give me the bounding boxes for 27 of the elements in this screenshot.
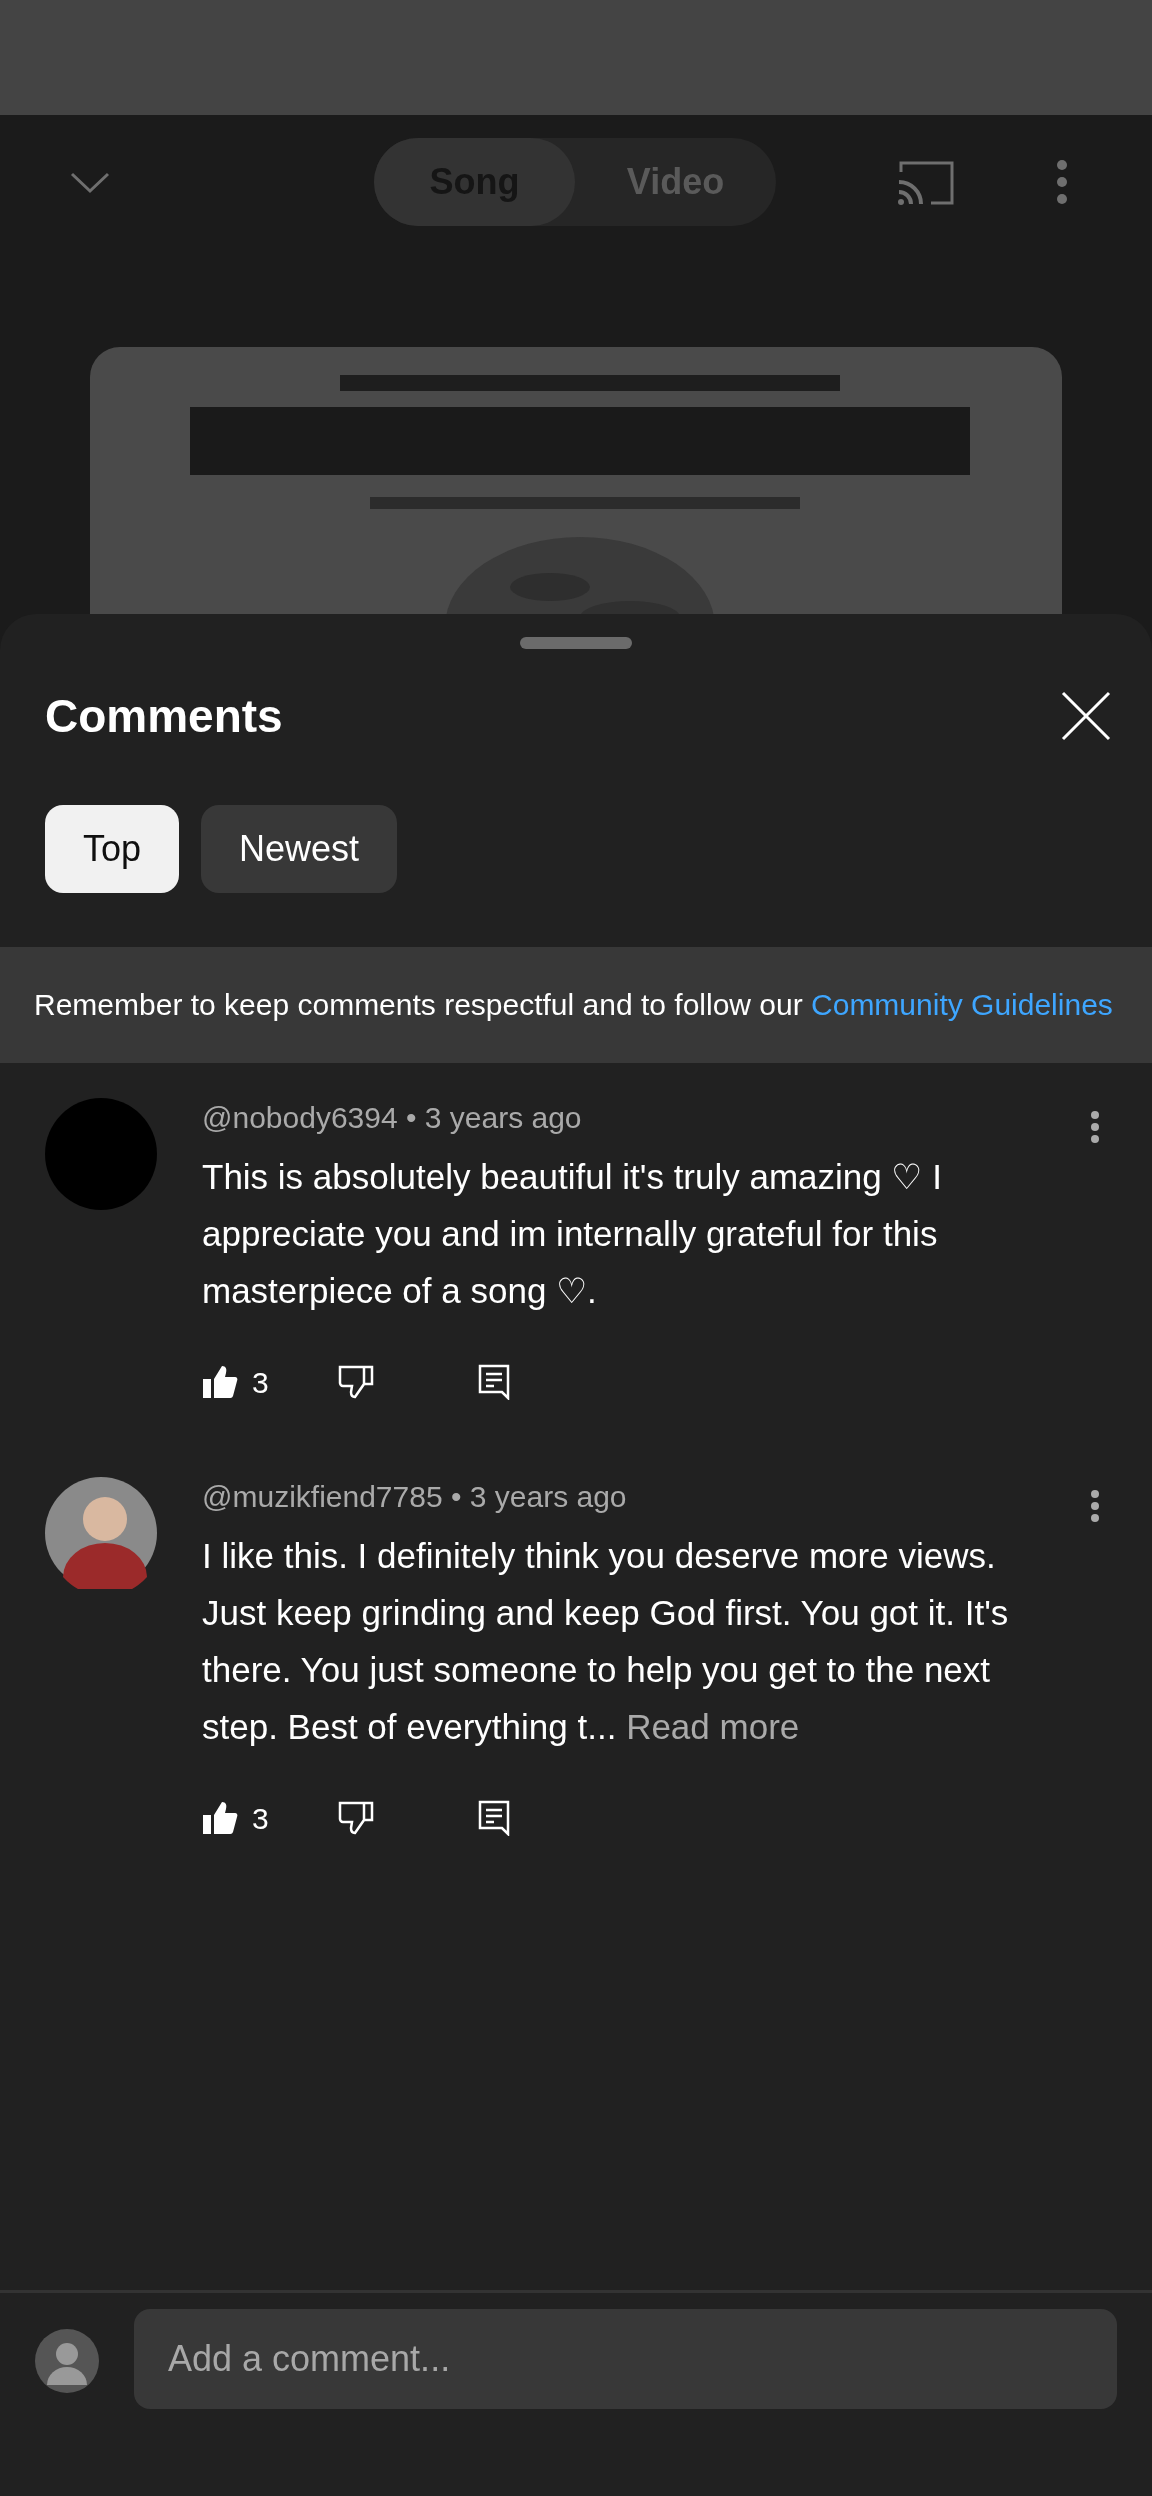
guidelines-link[interactable]: Community Guidelines bbox=[811, 988, 1113, 1021]
close-icon[interactable] bbox=[1060, 690, 1112, 742]
dislike-icon[interactable] bbox=[338, 1801, 374, 1835]
drag-handle[interactable] bbox=[520, 637, 632, 649]
comment-input[interactable]: Add a comment... bbox=[134, 2309, 1117, 2409]
comment-text: I like this. I definitely think you deserve more views. Just keep grinding and keep God first. You got it. It's there. You just someone to help you get to the next step. Best of everything t... Read more bbox=[202, 1535, 1010, 1748]
cast-icon[interactable] bbox=[897, 160, 955, 206]
chevron-down-icon[interactable] bbox=[70, 172, 110, 194]
like-icon[interactable] bbox=[202, 1801, 238, 1835]
more-options-icon[interactable] bbox=[1054, 159, 1070, 205]
like-icon[interactable] bbox=[202, 1365, 238, 1399]
dislike-icon[interactable] bbox=[338, 1365, 374, 1399]
read-more-link[interactable]: Read more bbox=[626, 1707, 800, 1746]
sheet-title: Comments bbox=[45, 688, 283, 744]
like-count: 3 bbox=[252, 1800, 270, 1837]
reply-icon[interactable] bbox=[478, 1800, 510, 1836]
user-avatar bbox=[35, 2329, 99, 2393]
comment-byline: @muzikfiend7785 • 3 years ago bbox=[202, 1479, 627, 1515]
filter-chip[interactable]: Top bbox=[45, 805, 180, 893]
like-count: 3 bbox=[252, 1364, 270, 1401]
more-options-icon[interactable] bbox=[1090, 1489, 1100, 1523]
comment-text: This is absolutely beautiful it's truly amazing ♡ I appreciate you and im internally grateful for this masterpiece of a song ♡. bbox=[202, 1156, 943, 1312]
filter-chip[interactable]: Newest bbox=[201, 805, 398, 893]
guidelines-notice: Remember to keep comments respectful and to follow our Community Guidelines bbox=[34, 987, 1114, 1023]
more-options-icon[interactable] bbox=[1090, 1110, 1100, 1144]
reply-icon[interactable] bbox=[478, 1364, 510, 1400]
comment-byline: @nobody6394 • 3 years ago bbox=[202, 1100, 582, 1136]
